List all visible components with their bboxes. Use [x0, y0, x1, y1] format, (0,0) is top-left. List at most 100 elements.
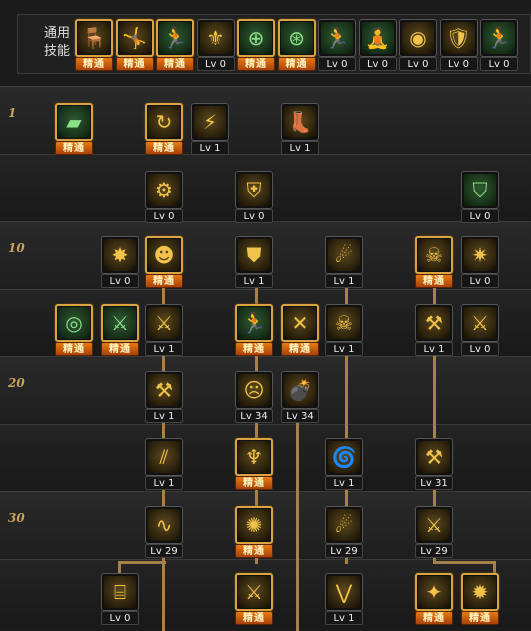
skill-frame: 🏃: [235, 304, 273, 342]
skill-slot[interactable]: 🛡 Lv 0: [439, 19, 478, 71]
skill-slot[interactable]: 🏃 精通: [156, 19, 194, 71]
skill-slot[interactable]: ⚒ Lv 1: [415, 304, 453, 356]
skill-frame: ⊕: [237, 19, 275, 57]
skill-slot[interactable]: ⊕ 精通: [237, 19, 275, 71]
skill-frame: ☠: [415, 236, 453, 274]
skill-level-badge: Lv 1: [191, 141, 229, 155]
winged-emblem-icon: ⚜: [199, 22, 232, 54]
whirlwind-icon: 🌀: [328, 441, 360, 473]
skill-slot[interactable]: ⋁ Lv 1: [325, 573, 363, 625]
skill-level-badge: Lv 29: [145, 544, 183, 558]
skill-frame: 🏃: [318, 19, 356, 57]
skill-frame: ✹: [461, 573, 499, 611]
skill-slot[interactable]: ✦ 精通: [415, 573, 453, 625]
comet-icon: ☄: [328, 509, 360, 541]
skill-slot[interactable]: ⚡ Lv 1: [191, 103, 229, 155]
skill-level-badge: Lv 1: [325, 274, 363, 288]
skill-slot[interactable]: 🏃 精通: [235, 304, 273, 356]
skill-slot[interactable]: ⚔ Lv 1: [145, 304, 183, 356]
skill-slot[interactable]: ☠ 精通: [415, 236, 453, 288]
skill-slot[interactable]: ☄ Lv 29: [325, 506, 363, 558]
mastered-badge: 精通: [237, 57, 275, 71]
skill-slot[interactable]: ⫽ Lv 1: [145, 438, 183, 490]
skill-slot[interactable]: 🏃 Lv 0: [480, 19, 518, 71]
skill-level-badge: Lv 0: [461, 274, 499, 288]
mastered-badge: 精通: [461, 611, 499, 625]
skill-slot[interactable]: ☄ Lv 1: [325, 236, 363, 288]
skill-frame: ⛨: [235, 171, 273, 209]
boot-step-icon: 👢: [284, 106, 316, 138]
green-blade-icon: ⚔: [104, 307, 136, 339]
skill-frame: ⛊: [235, 236, 273, 274]
skill-frame: ⚒: [415, 438, 453, 476]
skill-level-badge: Lv 1: [145, 476, 183, 490]
skill-frame: ⋁: [325, 573, 363, 611]
skill-slot[interactable]: ⚒ Lv 1: [145, 371, 183, 423]
dash-kick-icon: 🏃: [159, 22, 191, 54]
star-burst-icon: ✹: [464, 576, 496, 608]
skill-frame: ⫽: [145, 438, 183, 476]
skill-slot[interactable]: ☹ Lv 34: [235, 371, 273, 423]
leap-slash-icon: 🤸: [118, 22, 151, 54]
skill-slot[interactable]: ∿ Lv 29: [145, 506, 183, 558]
skill-level-badge: Lv 0: [196, 57, 235, 71]
skill-slot[interactable]: ✷ Lv 0: [461, 236, 499, 288]
skill-slot[interactable]: ⊛ 精通: [277, 19, 316, 71]
skill-slot[interactable]: ⚜ Lv 0: [196, 19, 235, 71]
skill-slot[interactable]: ◎ 精通: [55, 304, 93, 356]
skill-slot[interactable]: 🌀 Lv 1: [325, 438, 363, 490]
skill-slot[interactable]: 🏃 Lv 0: [318, 19, 356, 71]
skill-slot[interactable]: ✺ 精通: [235, 506, 273, 558]
skill-slot[interactable]: ▰ 精通: [55, 103, 93, 155]
skill-frame: ◎: [55, 304, 93, 342]
skill-slot[interactable]: ⛨ Lv 0: [235, 171, 273, 223]
skill-slot[interactable]: ◉ Lv 0: [399, 19, 437, 71]
beast-face-icon: ☻: [148, 239, 180, 271]
mastered-badge: 精通: [75, 57, 113, 71]
skill-level-badge: Lv 0: [101, 611, 139, 625]
mastered-badge: 精通: [281, 342, 319, 356]
skill-slot[interactable]: 👢 Lv 1: [281, 103, 319, 155]
skill-slot[interactable]: ⛊ Lv 1: [235, 236, 273, 288]
skill-slot[interactable]: ⚔ 精通: [235, 573, 273, 625]
mastered-badge: 精通: [235, 342, 273, 356]
skill-slot[interactable]: ✕ 精通: [281, 304, 319, 356]
common-skills-row: 🪑 精通 🤸 精通 🏃 精通 ⚜ Lv 0 ⊕ 精通 ⊛ 精通 🏃 Lv 0 🧘 Lv 0 ◉ Lv 0 🛡 Lv 0…: [75, 19, 531, 71]
skill-slot[interactable]: ⚒ Lv 31: [415, 438, 453, 490]
lance-thrust-icon: ⚡: [194, 106, 226, 138]
skill-frame: 🏃: [480, 19, 518, 57]
skill-level-badge: Lv 0: [318, 57, 356, 71]
skill-slot[interactable]: ⌸ Lv 0: [101, 573, 139, 625]
skill-frame: ⚒: [415, 304, 453, 342]
skill-slot[interactable]: ⛉ Lv 0: [461, 171, 499, 223]
skill-level-badge: Lv 1: [145, 342, 183, 356]
skill-slot[interactable]: ⚙ Lv 0: [145, 171, 183, 223]
skill-slot[interactable]: 🤸 精通: [115, 19, 154, 71]
skill-frame: ⚔: [235, 573, 273, 611]
skill-frame: ☄: [325, 506, 363, 544]
cycle-arrow-icon: ↻: [148, 106, 180, 138]
skill-slot[interactable]: ☻ 精通: [145, 236, 183, 288]
skill-slot[interactable]: ⚔ Lv 29: [415, 506, 453, 558]
skill-slot[interactable]: ✹ 精通: [461, 573, 499, 625]
skill-slot[interactable]: 💣 Lv 34: [281, 371, 319, 423]
skill-level-badge: Lv 0: [461, 209, 499, 223]
skill-frame: 🧘: [358, 19, 397, 57]
skull-blast-icon: ☠: [328, 307, 360, 339]
skill-slot[interactable]: ✸ Lv 0: [101, 236, 139, 288]
level-marker: 1: [8, 106, 17, 120]
v-strike-icon: ⋁: [328, 576, 360, 608]
skill-slot[interactable]: 🪑 精通: [75, 19, 113, 71]
skill-frame: 🛡: [439, 19, 478, 57]
skill-slot[interactable]: ↻ 精通: [145, 103, 183, 155]
skill-level-badge: Lv 29: [325, 544, 363, 558]
mastered-badge: 精通: [156, 57, 194, 71]
skill-slot[interactable]: ♆ 精通: [235, 438, 273, 490]
shatter-blast-icon: ✷: [464, 239, 496, 271]
skill-slot[interactable]: ⚔ Lv 0: [461, 304, 499, 356]
green-eye-icon: ◎: [58, 307, 90, 339]
skill-slot[interactable]: 🧘 Lv 0: [358, 19, 397, 71]
golden-armor-icon: 🛡: [442, 22, 475, 54]
skill-slot[interactable]: ⚔ 精通: [101, 304, 139, 356]
skill-slot[interactable]: ☠ Lv 1: [325, 304, 363, 356]
